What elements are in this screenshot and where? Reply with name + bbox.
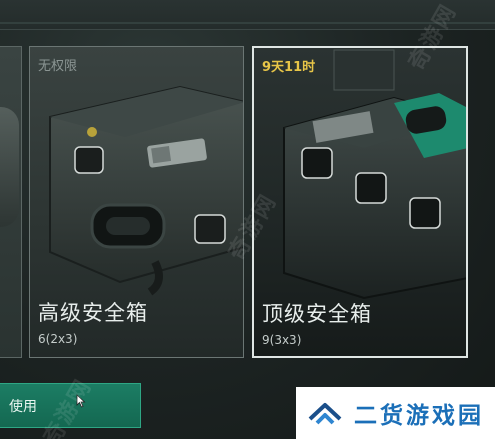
card-top-safe-box[interactable]: 9天11时 顶级安全箱 9(3x3) xyxy=(252,46,468,358)
card-name: 顶级安全箱 xyxy=(262,302,372,326)
brand-logo-icon xyxy=(308,403,342,425)
card-size: 6(2x3) xyxy=(38,332,78,346)
brand-plate: 二货游戏园 xyxy=(296,387,495,439)
card-tag-timer: 9天11时 xyxy=(262,60,316,75)
use-button-label: 使用 xyxy=(9,398,37,415)
card-name: 高级安全箱 xyxy=(38,301,148,325)
card-size: 9(3x3) xyxy=(262,333,302,347)
brand-name: 二货游戏园 xyxy=(354,403,484,429)
card-advanced-safe-box[interactable]: 无权限 高级安全箱 6(2x3) xyxy=(29,46,244,358)
card-tag-no-permission: 无权限 xyxy=(38,59,78,74)
partial-card-previous[interactable] xyxy=(0,46,22,358)
